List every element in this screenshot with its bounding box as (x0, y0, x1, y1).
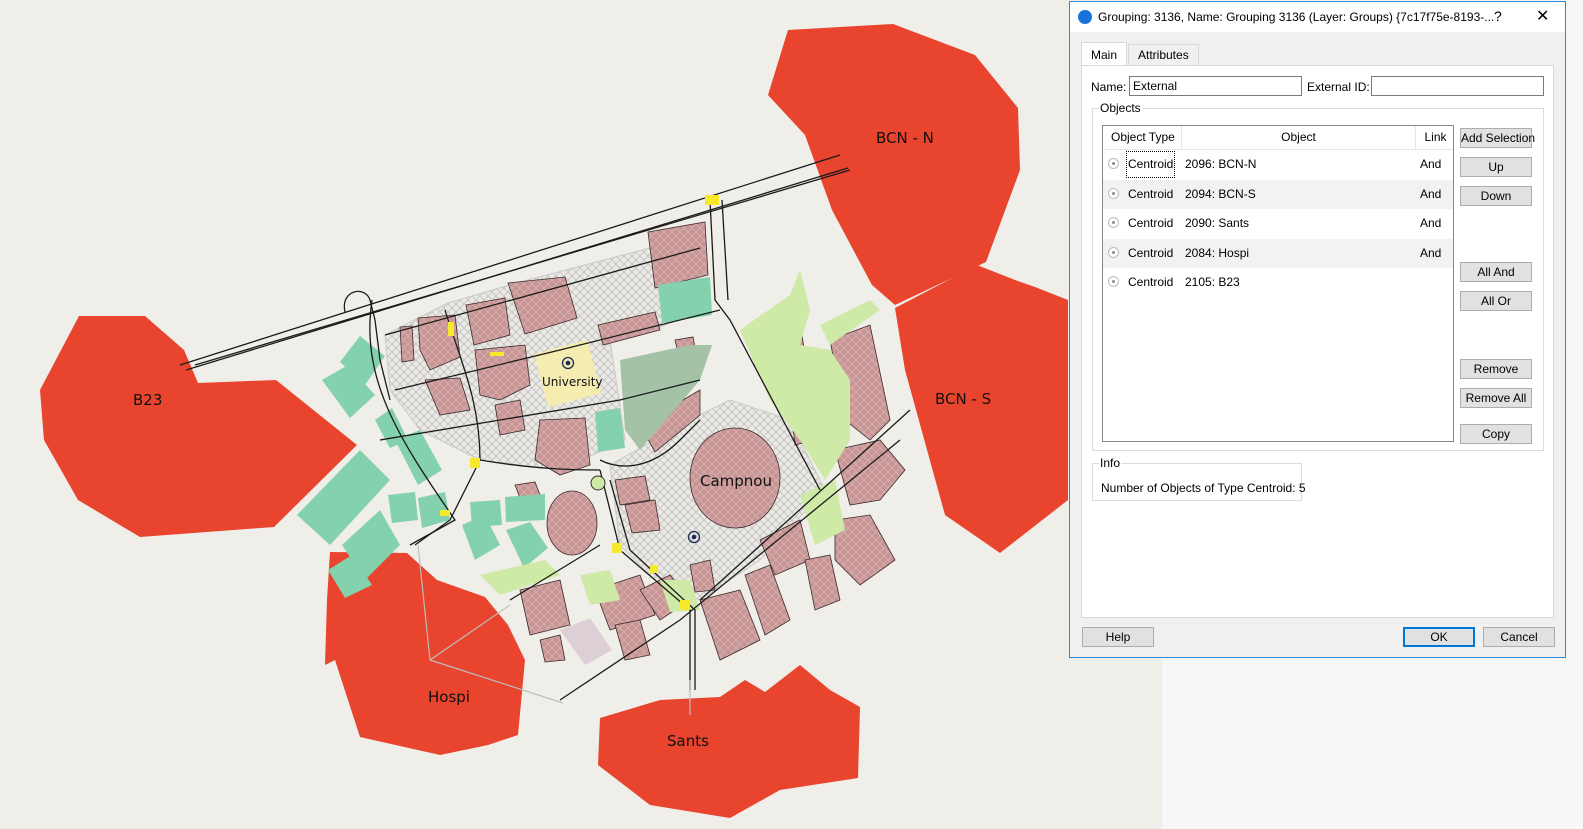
external-id-input[interactable] (1371, 76, 1544, 96)
remove-all-button[interactable]: Remove All (1460, 388, 1532, 408)
cell-object-type: Centroid (1128, 186, 1174, 201)
all-or-button[interactable]: All Or (1460, 291, 1532, 311)
ok-button[interactable]: OK (1403, 627, 1475, 647)
column-header-object-type[interactable]: Object Type (1103, 126, 1182, 149)
zone-label-sants: Sants (667, 732, 709, 750)
column-header-object[interactable]: Object (1182, 126, 1416, 149)
close-icon[interactable]: ✕ (1536, 6, 1549, 26)
table-row[interactable]: Centroid 2096: BCN-N And (1103, 150, 1453, 179)
remove-button[interactable]: Remove (1460, 359, 1532, 379)
zone-sants[interactable] (598, 665, 860, 818)
cell-object: 2105: B23 (1185, 275, 1240, 289)
table-row[interactable]: Centroid 2084: Hospi And (1103, 238, 1453, 268)
cell-object-type: Centroid (1128, 216, 1174, 230)
name-input[interactable] (1129, 76, 1302, 96)
cell-object: 2094: BCN-S (1185, 186, 1256, 201)
cell-link[interactable]: And (1420, 239, 1441, 268)
zone-bcn-n[interactable] (768, 24, 1020, 305)
dialog-title: Grouping: 3136, Name: Grouping 3136 (Lay… (1098, 10, 1495, 24)
zone-label-hospi: Hospi (428, 688, 470, 706)
cell-object: 2090: Sants (1185, 216, 1250, 230)
info-text: Number of Objects of Type Centroid: 5 (1101, 481, 1306, 495)
table-row[interactable]: Centroid 2090: Sants And (1103, 209, 1453, 238)
help-button[interactable]: Help (1082, 627, 1154, 647)
column-header-link[interactable]: Link (1416, 126, 1453, 149)
all-and-button[interactable]: All And (1460, 262, 1532, 282)
info-group-title: Info (1099, 456, 1122, 470)
zone-label-bcn-n: BCN - N (876, 129, 934, 147)
copy-button[interactable]: Copy (1460, 424, 1532, 444)
cell-object: 2096: BCN-N (1185, 157, 1257, 171)
table-header: Object Type Object Link (1103, 126, 1453, 150)
row-radio[interactable] (1108, 217, 1119, 228)
cell-link[interactable]: And (1420, 180, 1441, 209)
table-row[interactable]: Centroid 2105: B23 (1103, 268, 1453, 297)
dialog-titlebar[interactable]: Grouping: 3136, Name: Grouping 3136 (Lay… (1070, 2, 1565, 32)
main-tab-panel: Name: External ID: Objects Object Type O… (1081, 65, 1554, 618)
map-svg[interactable]: BCN - N BCN - S B23 Hospi Sants Universi… (0, 0, 1162, 829)
app-icon (1078, 10, 1092, 24)
row-radio[interactable] (1108, 276, 1119, 287)
cell-object-type: Centroid (1125, 150, 1176, 179)
zone-label-bcn-s: BCN - S (935, 390, 991, 408)
cell-link[interactable]: And (1420, 209, 1441, 238)
cell-link[interactable]: And (1420, 150, 1441, 179)
objects-table[interactable]: Object Type Object Link Centroid 2096: BC… (1102, 125, 1454, 442)
up-button[interactable]: Up (1460, 157, 1532, 177)
cell-object-type: Centroid (1128, 245, 1174, 260)
roundabout (590, 475, 606, 491)
help-icon[interactable]: ? (1494, 8, 1502, 24)
row-radio[interactable] (1108, 158, 1119, 169)
tab-attributes[interactable]: Attributes (1128, 44, 1199, 65)
row-radio[interactable] (1108, 246, 1119, 258)
poi-label-campnou: Campnou (700, 472, 772, 490)
zone-bcn-s[interactable] (895, 265, 1068, 553)
external-id-label: External ID: (1307, 80, 1370, 94)
name-label: Name: (1091, 80, 1127, 94)
map-canvas[interactable]: BCN - N BCN - S B23 Hospi Sants Universi… (0, 0, 1162, 829)
grouping-dialog: Grouping: 3136, Name: Grouping 3136 (Lay… (1069, 1, 1566, 658)
table-row[interactable]: Centroid 2094: BCN-S And (1103, 179, 1453, 209)
add-selection-button[interactable]: Add Selection (1460, 128, 1535, 148)
cell-object: 2084: Hospi (1185, 245, 1250, 260)
poi-label-university: University (542, 375, 603, 389)
down-button[interactable]: Down (1460, 186, 1532, 206)
objects-groupbox: Objects Object Type Object Link Centroid… (1092, 101, 1544, 451)
row-radio[interactable] (1108, 187, 1119, 199)
cancel-button[interactable]: Cancel (1483, 627, 1555, 647)
objects-group-title: Objects (1099, 101, 1142, 115)
info-groupbox: Info Number of Objects of Type Centroid:… (1092, 456, 1306, 501)
zone-label-b23: B23 (133, 391, 162, 409)
cell-object-type: Centroid (1128, 275, 1174, 289)
tab-main[interactable]: Main (1081, 42, 1128, 65)
